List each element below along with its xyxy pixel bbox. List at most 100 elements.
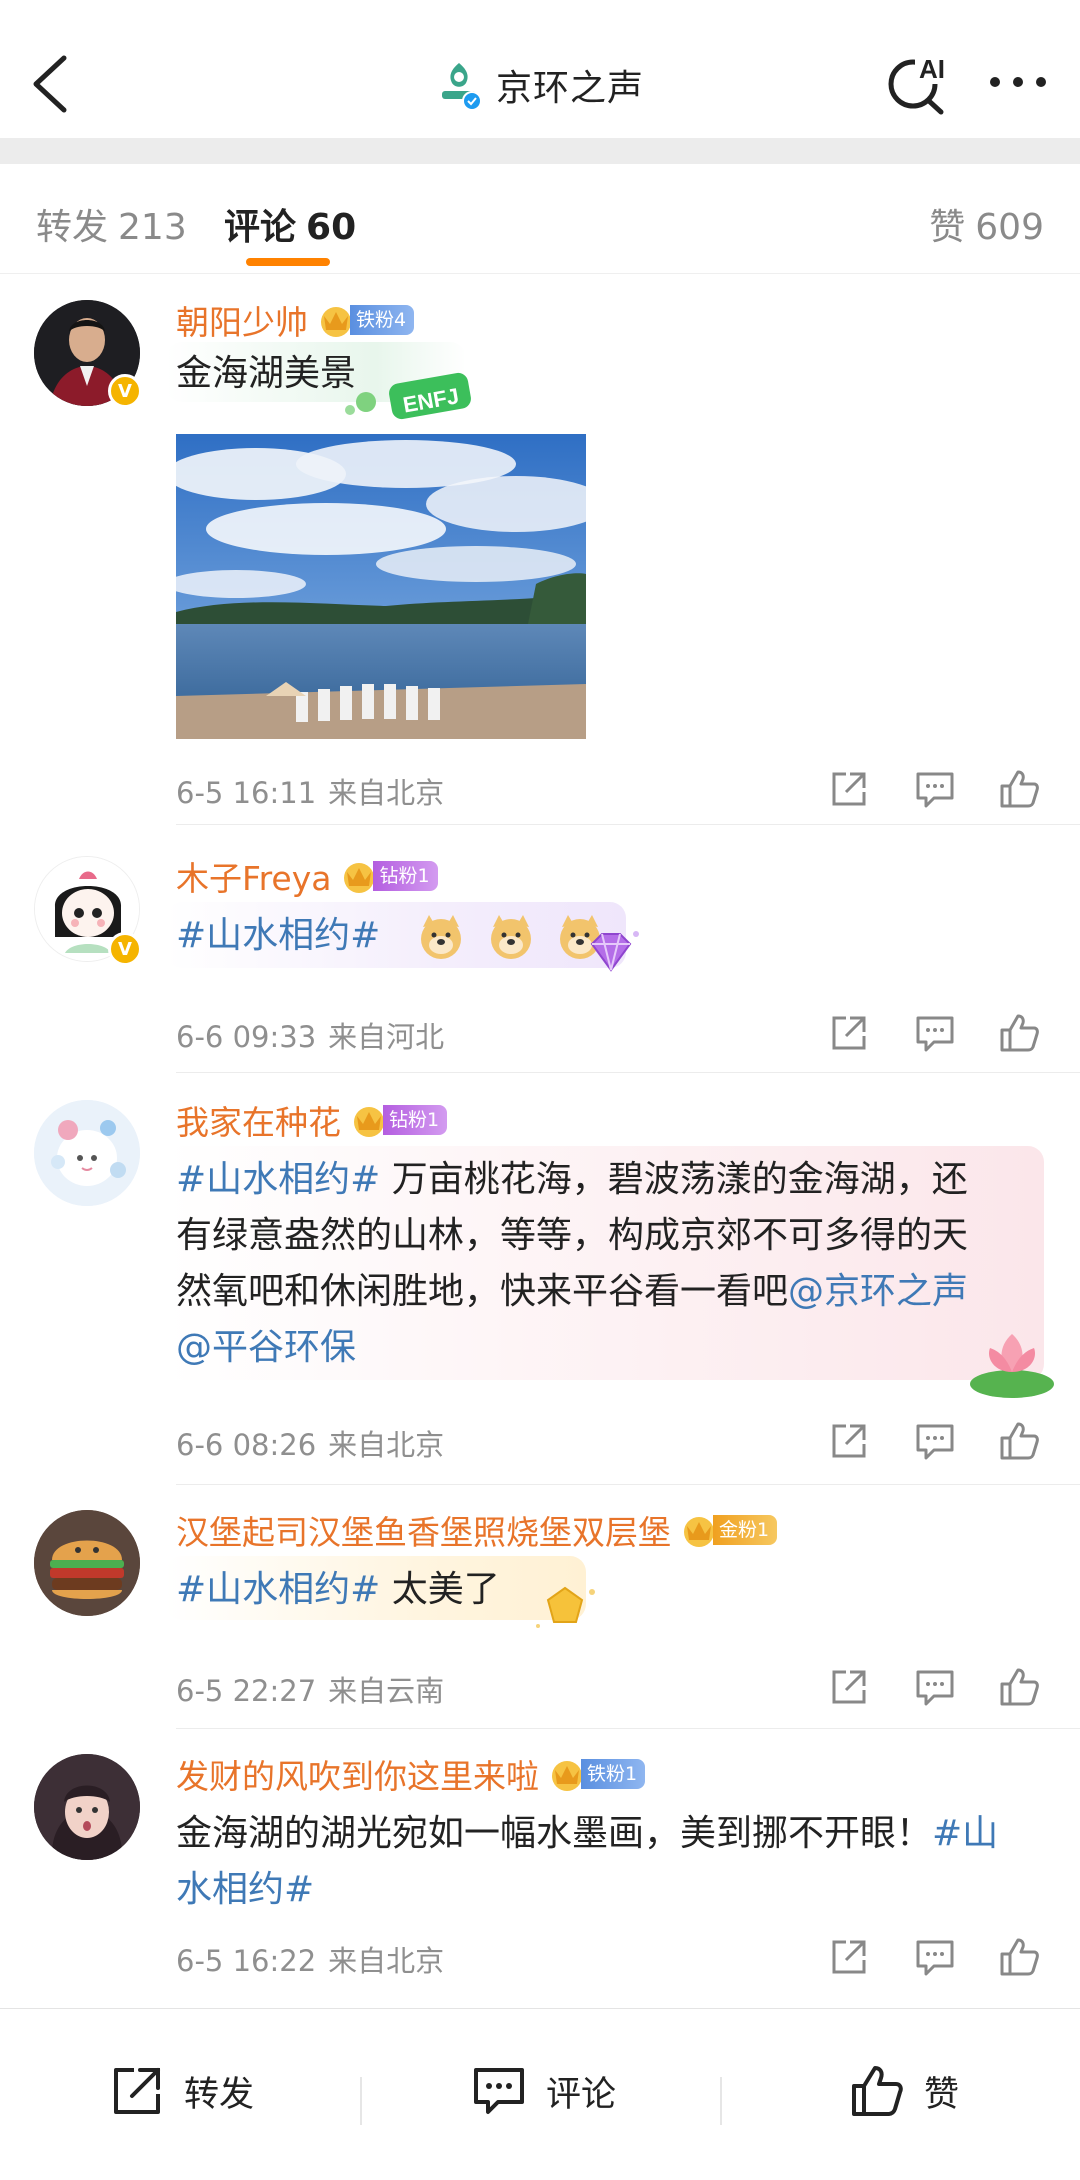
- ai-search-button[interactable]: AI: [885, 50, 955, 116]
- fan-badge-label: 金粉1: [713, 1515, 778, 1545]
- like-button[interactable]: 赞: [848, 2061, 959, 2121]
- more-options-button[interactable]: [985, 60, 1051, 104]
- bottom-bar-separator: [720, 2077, 722, 2125]
- avatar[interactable]: [34, 1754, 140, 1860]
- share-icon[interactable]: [826, 1664, 872, 1710]
- comment-meta: 6-5 16:11 来自北京: [176, 770, 444, 812]
- comment-icon[interactable]: [912, 1418, 958, 1464]
- repost-label: 转发: [184, 2074, 255, 2115]
- topic-link[interactable]: #山水相约#: [176, 915, 380, 956]
- comment-location: 来自北京: [328, 776, 445, 810]
- account-avatar-icon: [436, 59, 482, 111]
- comment-meta: 6-5 16:22 来自北京: [176, 1938, 444, 1980]
- fan-badge: 铁粉4: [316, 304, 415, 337]
- fan-badge-label: 铁粉4: [350, 305, 415, 335]
- comment-time: 6-5 16:11: [176, 776, 317, 810]
- comment-location: 来自河北: [328, 1020, 445, 1054]
- tab-likes-label: 赞: [929, 207, 966, 248]
- tab-comment[interactable]: 评论 60: [224, 198, 356, 250]
- comment-actions: [826, 1934, 1056, 1982]
- section-separator: [0, 138, 1080, 164]
- username-text: 我家在种花: [176, 1103, 341, 1142]
- comment-divider: [176, 1484, 1080, 1485]
- comment-item: V 木子Freya 钻粉1 #山水相约# 6-6 09:33 来自河北: [0, 856, 1080, 1076]
- repost-button[interactable]: 转发: [108, 2061, 254, 2121]
- comment-username[interactable]: 朝阳少帅 铁粉4: [176, 296, 415, 344]
- thumbs-up-icon[interactable]: [996, 1934, 1042, 1980]
- username-text: 汉堡起司汉堡鱼香堡照烧堡双层堡: [176, 1513, 671, 1552]
- tab-repost-label: 转发: [36, 207, 109, 248]
- tab-bar: 转发 213 评论 60 赞 609: [0, 164, 1080, 274]
- comment-item: V 朝阳少帅 铁粉4 金海湖美景 ENFJ 6-5 16:11 来自北京: [0, 296, 1080, 826]
- lotus-sticker-icon: [970, 1334, 1054, 1398]
- comment-item: 汉堡起司汉堡鱼香堡照烧堡双层堡 金粉1 #山水相约# 太美了 6-5 22:27…: [0, 1510, 1080, 1730]
- avatar[interactable]: [34, 1100, 140, 1206]
- username-text: 发财的风吹到你这里来啦: [176, 1757, 539, 1796]
- repost-icon: [114, 2068, 160, 2114]
- bottom-bar-separator: [360, 2077, 362, 2125]
- thumbs-up-icon[interactable]: [996, 1010, 1042, 1056]
- thumbs-up-icon[interactable]: [996, 1418, 1042, 1464]
- topic-link[interactable]: #山: [932, 1813, 998, 1854]
- mention-link[interactable]: @京环之声: [788, 1271, 968, 1312]
- comment-text-part: 万亩桃花海，碧波荡漾的金海湖，还: [380, 1159, 968, 1200]
- active-tab-indicator: [246, 258, 330, 266]
- comment-icon: [474, 2068, 524, 2114]
- fan-badge-label: 钻粉1: [373, 861, 438, 891]
- comment-username[interactable]: 木子Freya 钻粉1: [176, 852, 438, 900]
- tab-likes-count: 609: [975, 207, 1044, 248]
- share-icon[interactable]: [826, 766, 872, 812]
- comment-divider: [176, 1072, 1080, 1073]
- comment-text-part: 太美了: [380, 1569, 500, 1610]
- avatar[interactable]: [34, 1510, 140, 1616]
- comment-icon[interactable]: [912, 1010, 958, 1056]
- top-nav-bar: 京环之声 AI: [0, 0, 1080, 138]
- tab-comment-label: 评论: [224, 207, 297, 248]
- comment-actions: [826, 1664, 1056, 1712]
- tab-repost[interactable]: 转发 213: [36, 198, 187, 250]
- comment-photo[interactable]: [176, 434, 586, 739]
- tab-likes[interactable]: 赞 609: [929, 198, 1044, 250]
- fan-badge-label: 钻粉1: [383, 1105, 448, 1135]
- share-icon[interactable]: [826, 1934, 872, 1980]
- topic-link[interactable]: #山水相约#: [176, 1159, 380, 1200]
- comment-time: 6-6 09:33: [176, 1020, 317, 1054]
- comment-text: #山水相约# 太美了: [176, 1562, 1036, 1618]
- share-icon[interactable]: [826, 1418, 872, 1464]
- thumbs-up-icon[interactable]: [996, 1664, 1042, 1710]
- comment-icon[interactable]: [912, 1934, 958, 1980]
- verified-badge-icon: V: [108, 932, 142, 966]
- topic-link[interactable]: #山水相约#: [176, 1569, 380, 1610]
- username-text: 朝阳少帅: [176, 303, 308, 342]
- topic-link[interactable]: 水相约#: [176, 1869, 314, 1910]
- comment-text-part: 金海湖的湖光宛如一幅水墨画，美到挪不开眼！: [176, 1813, 933, 1854]
- enfj-sticker-icon: ENFJ: [345, 372, 471, 420]
- mention-link[interactable]: @平谷环保: [176, 1327, 356, 1368]
- comment-meta: 6-6 09:33 来自河北: [176, 1014, 444, 1056]
- comment-icon[interactable]: [912, 1664, 958, 1710]
- more-dots-icon: [990, 77, 1046, 87]
- comment-username[interactable]: 发财的风吹到你这里来啦 铁粉1: [176, 1750, 646, 1798]
- comment-username[interactable]: 我家在种花 钻粉1: [176, 1096, 448, 1144]
- tab-comment-count: 60: [306, 207, 357, 248]
- tab-repost-count: 213: [118, 207, 187, 248]
- comment-divider: [176, 1728, 1080, 1729]
- comment-username[interactable]: 汉堡起司汉堡鱼香堡照烧堡双层堡 金粉1: [176, 1506, 778, 1554]
- share-icon[interactable]: [826, 1010, 872, 1056]
- comment-actions: [826, 1010, 1056, 1058]
- comment-button[interactable]: 评论: [470, 2061, 616, 2121]
- comment-time: 6-5 22:27: [176, 1674, 317, 1708]
- comment-icon[interactable]: [912, 766, 958, 812]
- comment-text: 金海湖美景: [176, 353, 357, 394]
- bottom-action-bar: 转发 评论 赞: [0, 2008, 1080, 2180]
- comment-time: 6-6 08:26: [176, 1428, 317, 1462]
- doge-emoji-icon: [421, 915, 462, 959]
- page-title: 京环之声: [495, 68, 644, 109]
- doge-emoji-icon: [490, 915, 531, 959]
- comment-text-part: 然氧吧和休闲胜地，快来平谷看一看吧: [176, 1271, 789, 1312]
- comment-item: 我家在种花 钻粉1 #山水相约# 万亩桃花海，碧波荡漾的金海湖，还 有绿意盎然的…: [0, 1100, 1080, 1485]
- fan-badge: 钻粉1: [339, 860, 438, 893]
- thumbs-up-icon: [852, 2066, 903, 2116]
- thumbs-up-icon[interactable]: [996, 766, 1042, 812]
- comment-text-part: 有绿意盎然的山林，等等，构成京郊不可多得的天: [176, 1215, 969, 1256]
